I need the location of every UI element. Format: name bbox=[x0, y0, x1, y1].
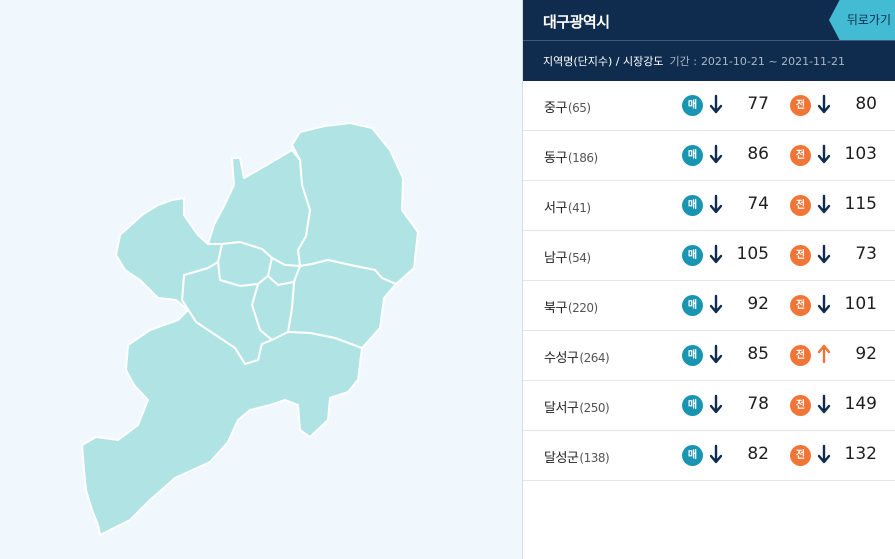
complex-count: (186) bbox=[567, 151, 598, 165]
jeonse-down-arrow-icon bbox=[817, 243, 831, 267]
period-label: 기간 : bbox=[669, 55, 697, 68]
sale-badge: 매 bbox=[682, 95, 703, 116]
map-district-donggu[interactable] bbox=[291, 122, 419, 285]
jeonse-up-arrow-icon bbox=[817, 343, 831, 367]
sale-value: 105 bbox=[736, 244, 769, 264]
sale-down-arrow-icon bbox=[709, 343, 723, 367]
jeonse-down-arrow-icon bbox=[817, 193, 831, 217]
sale-badge: 매 bbox=[682, 345, 703, 366]
district-row[interactable]: 남구(54) 매 105 전 73 bbox=[523, 231, 895, 281]
district-name: 달성군(138) bbox=[544, 447, 610, 466]
sale-value: 78 bbox=[747, 394, 769, 414]
city-title: 대구광역시 bbox=[543, 13, 610, 31]
complex-count: (220) bbox=[567, 301, 598, 315]
jeonse-value: 73 bbox=[855, 244, 877, 264]
sale-down-arrow-icon bbox=[709, 293, 723, 317]
jeonse-badge: 전 bbox=[790, 295, 811, 316]
sale-badge: 매 bbox=[682, 445, 703, 466]
sale-value: 82 bbox=[747, 444, 769, 464]
district-name: 수성구(264) bbox=[544, 347, 610, 366]
jeonse-badge: 전 bbox=[790, 145, 811, 166]
jeonse-value: 103 bbox=[844, 144, 877, 164]
sale-badge: 매 bbox=[682, 395, 703, 416]
jeonse-down-arrow-icon bbox=[817, 143, 831, 167]
district-row[interactable]: 달성군(138) 매 82 전 132 bbox=[523, 431, 895, 481]
jeonse-down-arrow-icon bbox=[817, 443, 831, 467]
panel-subheader: 지역명(단지수) / 시장강도 기간 : 2021-10-21 ~ 2021-1… bbox=[523, 40, 895, 81]
sale-badge: 매 bbox=[682, 245, 703, 266]
jeonse-value: 132 bbox=[844, 444, 877, 464]
sale-value: 86 bbox=[747, 144, 769, 164]
sale-down-arrow-icon bbox=[709, 93, 723, 117]
complex-count: (138) bbox=[579, 451, 610, 465]
district-name-label: 달성군 bbox=[544, 451, 579, 466]
jeonse-value: 92 bbox=[855, 344, 877, 364]
jeonse-down-arrow-icon bbox=[817, 93, 831, 117]
district-row[interactable]: 수성구(264) 매 85 전 92 bbox=[523, 331, 895, 381]
district-name: 남구(54) bbox=[544, 247, 591, 266]
district-name-label: 서구 bbox=[544, 201, 567, 216]
sale-value: 77 bbox=[747, 94, 769, 114]
complex-count: (54) bbox=[567, 251, 591, 265]
market-panel: 대구광역시 뒤로가기 지역명(단지수) / 시장강도 기간 : 2021-10-… bbox=[522, 0, 895, 559]
sale-value: 85 bbox=[747, 344, 769, 364]
district-name: 동구(186) bbox=[544, 147, 598, 166]
jeonse-value: 115 bbox=[844, 194, 877, 214]
district-name: 달서구(250) bbox=[544, 397, 610, 416]
district-name-label: 남구 bbox=[544, 251, 567, 266]
jeonse-badge: 전 bbox=[790, 395, 811, 416]
jeonse-badge: 전 bbox=[790, 245, 811, 266]
district-list: 중구(65) 매 77 전 80 동구(186) 매 86 전 103 서구(41) 매 74 전 115 남… bbox=[523, 81, 895, 481]
sale-value: 74 bbox=[747, 194, 769, 214]
district-row[interactable]: 서구(41) 매 74 전 115 bbox=[523, 181, 895, 231]
region-map bbox=[0, 0, 522, 559]
sale-badge: 매 bbox=[682, 145, 703, 166]
jeonse-badge: 전 bbox=[790, 445, 811, 466]
district-row[interactable]: 중구(65) 매 77 전 80 bbox=[523, 81, 895, 131]
district-row[interactable]: 달서구(250) 매 78 전 149 bbox=[523, 381, 895, 431]
region-label: 지역명(단지수) / 시장강도 bbox=[543, 55, 664, 68]
district-name-label: 동구 bbox=[544, 151, 567, 166]
complex-count: (41) bbox=[567, 201, 591, 215]
complex-count: (264) bbox=[579, 351, 610, 365]
back-button[interactable]: 뒤로가기 bbox=[829, 0, 895, 40]
sale-down-arrow-icon bbox=[709, 443, 723, 467]
jeonse-value: 101 bbox=[844, 294, 877, 314]
district-row[interactable]: 북구(220) 매 92 전 101 bbox=[523, 281, 895, 331]
complex-count: (65) bbox=[567, 101, 591, 115]
district-name-label: 중구 bbox=[544, 101, 567, 116]
sale-down-arrow-icon bbox=[709, 243, 723, 267]
sale-badge: 매 bbox=[682, 295, 703, 316]
sale-badge: 매 bbox=[682, 195, 703, 216]
sale-down-arrow-icon bbox=[709, 193, 723, 217]
jeonse-badge: 전 bbox=[790, 95, 811, 116]
sale-down-arrow-icon bbox=[709, 143, 723, 167]
district-name-label: 북구 bbox=[544, 301, 567, 316]
jeonse-down-arrow-icon bbox=[817, 393, 831, 417]
panel-header: 대구광역시 뒤로가기 bbox=[523, 0, 895, 40]
jeonse-value: 149 bbox=[844, 394, 877, 414]
jeonse-value: 80 bbox=[855, 94, 877, 114]
district-name: 서구(41) bbox=[544, 197, 591, 216]
jeonse-down-arrow-icon bbox=[817, 293, 831, 317]
period-value: 2021-10-21 ~ 2021-11-21 bbox=[700, 54, 846, 68]
district-row[interactable]: 동구(186) 매 86 전 103 bbox=[523, 131, 895, 181]
sale-down-arrow-icon bbox=[709, 393, 723, 417]
sale-value: 92 bbox=[747, 294, 769, 314]
jeonse-badge: 전 bbox=[790, 195, 811, 216]
district-name-label: 달서구 bbox=[544, 401, 579, 416]
complex-count: (250) bbox=[579, 401, 610, 415]
district-name: 북구(220) bbox=[544, 297, 598, 316]
district-name: 중구(65) bbox=[544, 97, 591, 116]
jeonse-badge: 전 bbox=[790, 345, 811, 366]
daegu-map-svg bbox=[81, 122, 419, 536]
district-name-label: 수성구 bbox=[544, 351, 579, 366]
